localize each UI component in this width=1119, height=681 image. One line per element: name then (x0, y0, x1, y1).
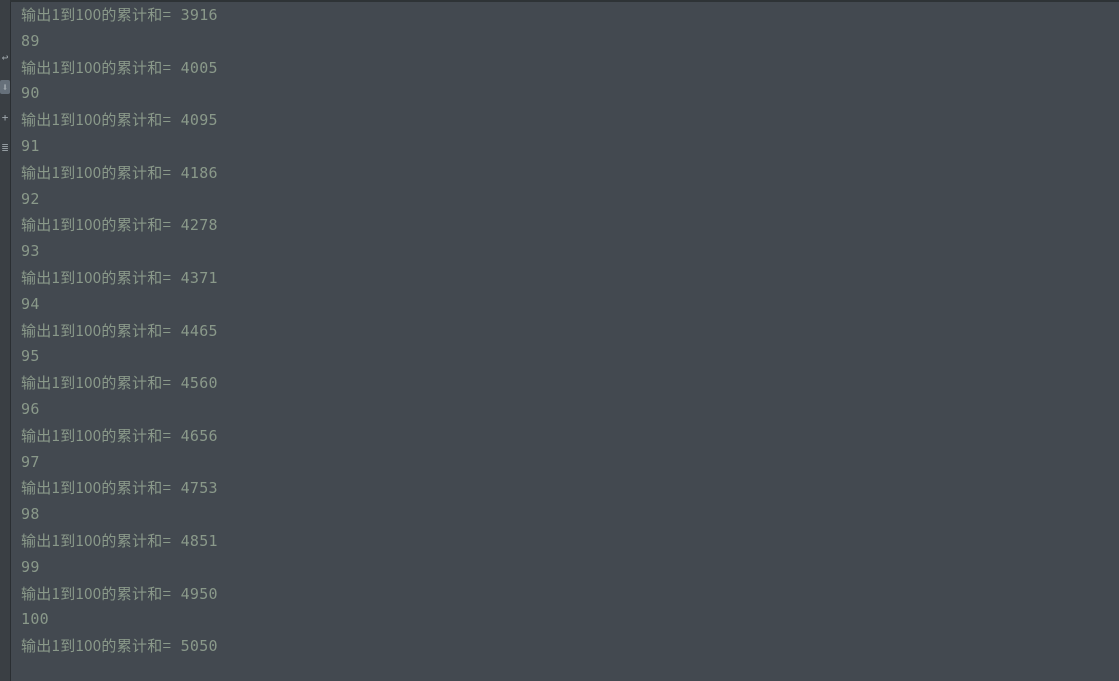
sum-label: 输出1到100的累计和= (21, 372, 171, 393)
console-line: 输出1到100的累计和= 5050 (21, 633, 1119, 660)
sum-label: 输出1到100的累计和= (21, 109, 171, 130)
sum-label: 输出1到100的累计和= (21, 214, 171, 235)
sum-label: 输出1到100的累计和= (21, 267, 171, 288)
console-line: 输出1到100的累计和= 4753 (21, 475, 1119, 502)
counter-value: 100 (21, 610, 49, 628)
console-line: 98 (21, 502, 1119, 528)
return-icon[interactable]: ↩ (0, 50, 10, 64)
ide-workspace: ↩ ⬇ + ≣ 输出1到100的累计和= 3916 89 输出1到100的累计和= 400… (0, 0, 1119, 681)
console-line: 输出1到100的累计和= 4465 (21, 318, 1119, 345)
console-line: 91 (21, 134, 1119, 160)
sum-label: 输出1到100的累计和= (21, 635, 171, 656)
sum-label: 输出1到100的累计和= (21, 4, 171, 25)
sum-value: 4656 (171, 427, 218, 445)
sum-label: 输出1到100的累计和= (21, 477, 171, 498)
sum-value: 4186 (171, 164, 218, 182)
sum-label: 输出1到100的累计和= (21, 320, 171, 341)
sum-value: 4095 (171, 111, 218, 129)
console-line: 94 (21, 292, 1119, 318)
sum-value: 4005 (171, 59, 218, 77)
counter-value: 98 (21, 505, 40, 523)
console-line: 90 (21, 81, 1119, 107)
console-line: 输出1到100的累计和= 4186 (21, 160, 1119, 187)
sum-value: 3916 (171, 6, 218, 24)
counter-value: 96 (21, 400, 40, 418)
counter-value: 89 (21, 32, 40, 50)
console-line: 输出1到100的累计和= 4656 (21, 423, 1119, 450)
sum-label: 输出1到100的累计和= (21, 583, 171, 604)
console-line: 89 (21, 29, 1119, 55)
list-icon[interactable]: ≣ (0, 140, 10, 154)
sum-label: 输出1到100的累计和= (21, 162, 171, 183)
sum-label: 输出1到100的累计和= (21, 425, 171, 446)
console-line: 输出1到100的累计和= 4095 (21, 107, 1119, 134)
counter-value: 90 (21, 84, 40, 102)
counter-value: 92 (21, 190, 40, 208)
sum-value: 5050 (171, 637, 218, 655)
sum-value: 4465 (171, 322, 218, 340)
console-line: 输出1到100的累计和= 4560 (21, 370, 1119, 397)
counter-value: 95 (21, 347, 40, 365)
console-line: 96 (21, 397, 1119, 423)
console-line: 输出1到100的累计和= 4371 (21, 265, 1119, 292)
console-line: 100 (21, 607, 1119, 633)
console-line: 92 (21, 187, 1119, 213)
console-line: 93 (21, 239, 1119, 265)
download-icon[interactable]: ⬇ (0, 80, 10, 94)
sum-label: 输出1到100的累计和= (21, 57, 171, 78)
counter-value: 93 (21, 242, 40, 260)
sum-value: 4950 (171, 585, 218, 603)
sum-value: 4560 (171, 374, 218, 392)
console-line: 输出1到100的累计和= 4278 (21, 212, 1119, 239)
window-top-border (10, 0, 1119, 2)
counter-value: 91 (21, 137, 40, 155)
console-line: 99 (21, 555, 1119, 581)
plus-icon[interactable]: + (0, 110, 10, 124)
counter-value: 97 (21, 453, 40, 471)
console-line: 输出1到100的累计和= 4851 (21, 528, 1119, 555)
console-line: 输出1到100的累计和= 3916 (21, 2, 1119, 29)
console-gutter: ↩ ⬇ + ≣ (0, 0, 10, 681)
console-line: 输出1到100的累计和= 4005 (21, 55, 1119, 82)
sum-value: 4753 (171, 479, 218, 497)
console-line: 95 (21, 344, 1119, 370)
sum-label: 输出1到100的累计和= (21, 530, 171, 551)
counter-value: 99 (21, 558, 40, 576)
sum-value: 4371 (171, 269, 218, 287)
counter-value: 94 (21, 295, 40, 313)
console-line: 97 (21, 450, 1119, 476)
console-output-panel[interactable]: 输出1到100的累计和= 3916 89 输出1到100的累计和= 4005 90 输出… (10, 0, 1119, 681)
sum-value: 4278 (171, 216, 218, 234)
console-line: 输出1到100的累计和= 4950 (21, 581, 1119, 608)
sum-value: 4851 (171, 532, 218, 550)
